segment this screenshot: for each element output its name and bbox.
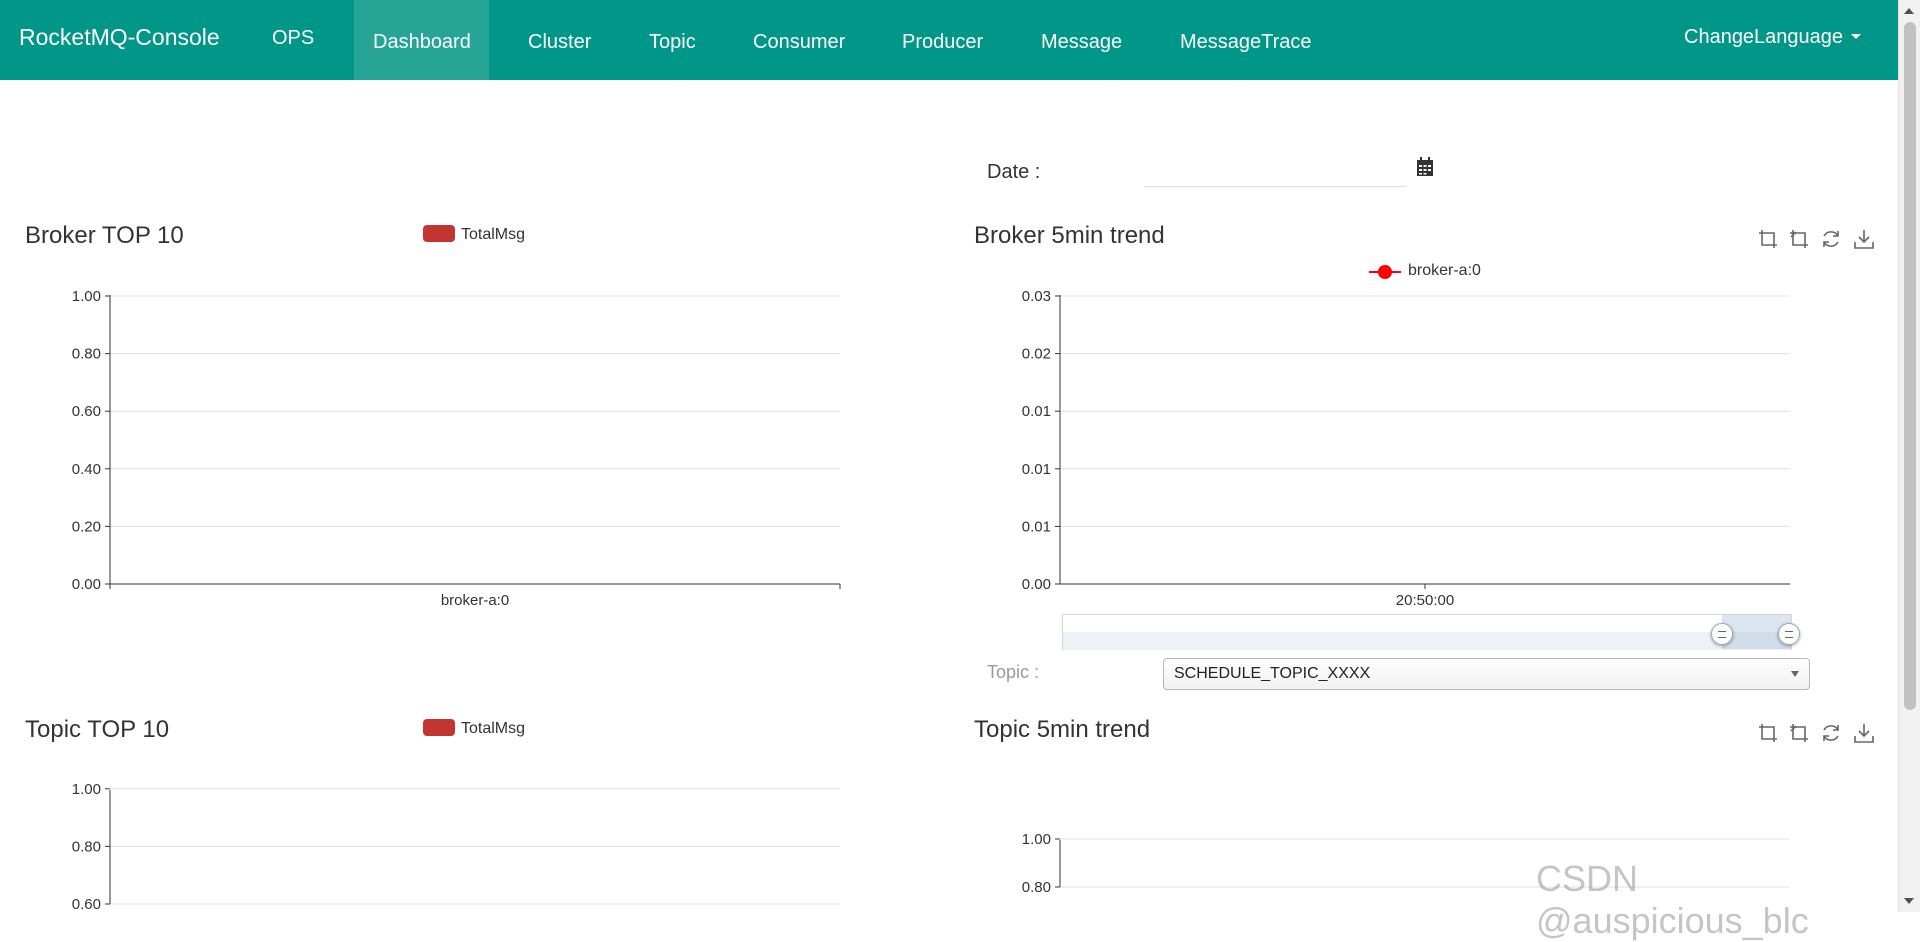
y-tick-label: 0.02: [1022, 346, 1051, 363]
y-tick-label: 0.01: [1022, 461, 1051, 478]
change-language-dropdown[interactable]: ChangeLanguage: [1684, 26, 1862, 49]
scroll-up-arrow-icon[interactable]: [1904, 8, 1914, 14]
nav-item-message[interactable]: Message: [1022, 0, 1141, 80]
y-tick-label: 0.60: [72, 403, 101, 420]
broker-top10-title: Broker TOP 10: [25, 222, 184, 249]
topic-top10-chart: 0.60 0.80 1.00: [72, 781, 840, 913]
topic-top10-title: Topic TOP 10: [25, 716, 170, 743]
y-tick-label: 0.03: [1022, 288, 1051, 305]
calendar-icon[interactable]: [1416, 157, 1434, 177]
zoom-reset-icon[interactable]: [1788, 228, 1810, 250]
brand-logo[interactable]: RocketMQ-Console: [19, 24, 220, 51]
broker-trend-title: Broker 5min trend: [974, 222, 1165, 249]
restore-icon[interactable]: [1820, 228, 1842, 250]
topic-label: Topic :: [987, 662, 1040, 682]
y-tick-label: 0.01: [1022, 518, 1051, 535]
y-tick-label: 1.00: [1022, 831, 1051, 848]
y-tick-label: 0.80: [72, 838, 101, 855]
y-tick-label: 0.40: [72, 461, 101, 478]
nav-item-consumer[interactable]: Consumer: [734, 0, 864, 80]
data-zoom-slider[interactable]: [1062, 614, 1800, 650]
y-tick-label: 0.00: [72, 576, 101, 593]
zoom-end-handle[interactable]: [1778, 623, 1800, 645]
legend-swatch: [423, 719, 455, 736]
legend-swatch: [423, 225, 455, 242]
x-tick-label: broker-a:0: [441, 592, 509, 609]
nav-item-topic[interactable]: Topic: [630, 0, 715, 80]
nav-item-ops[interactable]: OPS: [253, 0, 333, 80]
save-image-icon[interactable]: [1853, 722, 1875, 744]
x-tick-label: 20:50:00: [1396, 592, 1454, 609]
caret-down-icon: [1851, 34, 1862, 39]
y-tick-label: 0.80: [72, 346, 101, 363]
y-tick-label: 0.80: [1022, 879, 1051, 896]
data-zoom-icon[interactable]: [1757, 722, 1779, 744]
nav-item-cluster[interactable]: Cluster: [509, 0, 610, 80]
legend-label: TotalMsg: [461, 720, 526, 737]
data-zoom-icon[interactable]: [1757, 228, 1779, 250]
y-tick-label: 0.01: [1022, 403, 1051, 420]
nav-item-dashboard[interactable]: Dashboard: [354, 0, 489, 80]
topic-trend-title: Topic 5min trend: [974, 716, 1151, 743]
y-tick-label: 1.00: [72, 288, 101, 305]
date-label: Date :: [987, 161, 1041, 183]
broker-trend-chart: 0.00 0.01 0.01 0.01 0.02 0.03 20:50:00: [1022, 288, 1790, 609]
top-navbar: RocketMQ-Console OPS Dashboard Cluster T…: [0, 0, 1898, 80]
change-language-label: ChangeLanguage: [1684, 26, 1844, 48]
save-image-icon[interactable]: [1853, 228, 1875, 250]
zoom-start-handle[interactable]: [1710, 623, 1733, 645]
zoom-reset-icon[interactable]: [1788, 722, 1810, 744]
y-tick-label: 0.00: [1022, 576, 1051, 593]
y-tick-label: 0.60: [72, 896, 101, 913]
broker-top10-legend[interactable]: TotalMsg: [423, 225, 525, 244]
broker-top10-chart: 0.00 0.20 0.40 0.60 0.80 1.00 broker-a:0: [72, 288, 841, 609]
legend-label: TotalMsg: [461, 226, 526, 243]
page-scrollbar[interactable]: [1898, 0, 1920, 912]
topic-top10-legend[interactable]: TotalMsg: [423, 719, 525, 738]
scrollbar-thumb[interactable]: [1904, 22, 1916, 710]
restore-icon[interactable]: [1820, 722, 1842, 744]
topic-select-value: SCHEDULE_TOPIC_XXXX: [1174, 665, 1371, 682]
y-tick-label: 0.20: [72, 518, 101, 535]
nav-item-producer[interactable]: Producer: [883, 0, 1002, 80]
watermark: CSDN @auspicious_blc: [1536, 858, 1809, 941]
y-tick-label: 1.00: [72, 781, 101, 798]
nav-item-messagetrace[interactable]: MessageTrace: [1161, 0, 1331, 80]
date-input[interactable]: [1144, 150, 1406, 187]
topic-select[interactable]: SCHEDULE_TOPIC_XXXX: [1163, 658, 1810, 690]
zoom-slider-track: [1063, 632, 1791, 650]
chevron-down-icon: [1791, 671, 1799, 677]
